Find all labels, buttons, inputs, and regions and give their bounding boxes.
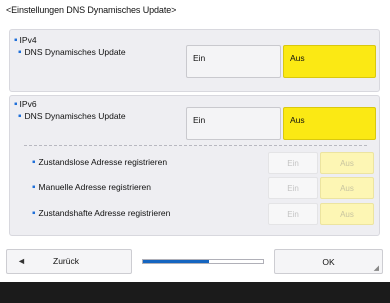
ipv4-section-heading: ▪ IPv4 xyxy=(14,35,37,46)
ipv4-dns-update-label: DNS Dynamisches Update xyxy=(24,47,126,57)
bullet-icon: ▪ xyxy=(18,47,22,58)
ipv4-section-label: IPv4 xyxy=(19,35,37,45)
ok-button[interactable]: OK ◢ xyxy=(274,249,383,274)
ipv6-panel: ▪ IPv6 ▪ DNS Dynamisches Update Ein Aus ▪ Z… xyxy=(9,95,380,236)
ipv6-ein-button[interactable]: Ein xyxy=(186,107,281,140)
progress-bar xyxy=(142,259,264,264)
stateless-aus-button[interactable]: Aus xyxy=(320,152,374,174)
back-button[interactable]: ◄ Zurück xyxy=(6,249,132,274)
stateful-aus-button[interactable]: Aus xyxy=(320,203,374,225)
bullet-icon: ▪ xyxy=(18,111,22,122)
divider xyxy=(24,145,367,146)
manual-aus-button[interactable]: Aus xyxy=(320,177,374,199)
ipv6-dns-update-label-wrap: ▪ DNS Dynamisches Update xyxy=(18,111,126,122)
ipv6-aus-button[interactable]: Aus xyxy=(283,107,376,140)
manual-address-label-wrap: ▪ Manuelle Adresse registrieren xyxy=(32,182,151,193)
bullet-icon: ▪ xyxy=(32,208,36,219)
bullet-icon: ▪ xyxy=(32,157,36,168)
stateless-address-label-wrap: ▪ Zustandslose Adresse registrieren xyxy=(32,157,167,168)
bullet-icon: ▪ xyxy=(14,99,18,110)
ipv4-ein-button[interactable]: Ein xyxy=(186,45,281,78)
stateful-ein-button[interactable]: Ein xyxy=(268,203,318,225)
bottom-bar xyxy=(0,282,390,303)
ipv4-aus-button[interactable]: Aus xyxy=(283,45,376,78)
stateful-address-label-wrap: ▪ Zustandshafte Adresse registrieren xyxy=(32,208,170,219)
stateless-ein-button[interactable]: Ein xyxy=(268,152,318,174)
ipv6-section-heading: ▪ IPv6 xyxy=(14,99,37,110)
bullet-icon: ▪ xyxy=(32,182,36,193)
ipv6-dns-update-label: DNS Dynamisches Update xyxy=(24,111,126,121)
stateful-address-label: Zustandshafte Adresse registrieren xyxy=(38,208,171,218)
back-label: Zurück xyxy=(53,256,79,266)
ipv4-dns-update-label-wrap: ▪ DNS Dynamisches Update xyxy=(18,47,126,58)
stateless-address-label: Zustandslose Adresse registrieren xyxy=(38,157,168,167)
arrow-left-icon: ◄ xyxy=(17,256,26,266)
ok-label: OK xyxy=(322,257,335,267)
ipv6-section-label: IPv6 xyxy=(19,99,37,109)
resize-grip-icon: ◢ xyxy=(373,265,379,272)
manual-ein-button[interactable]: Ein xyxy=(268,177,318,199)
progress-fill xyxy=(143,260,209,263)
ipv4-panel: ▪ IPv4 ▪ DNS Dynamisches Update Ein Aus xyxy=(9,29,380,92)
page-title: <Einstellungen DNS Dynamisches Update> xyxy=(6,5,177,15)
bullet-icon: ▪ xyxy=(14,35,18,46)
manual-address-label: Manuelle Adresse registrieren xyxy=(38,182,151,192)
